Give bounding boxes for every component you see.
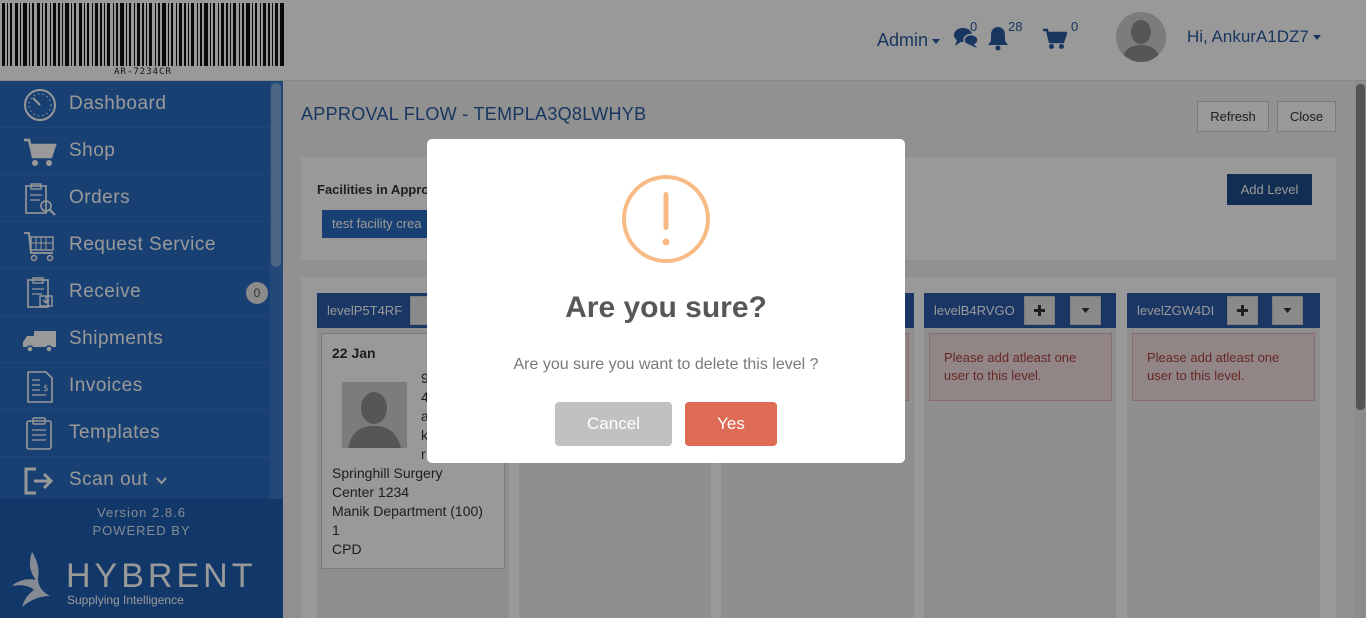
dialog-title: Are you sure? [565, 291, 767, 324]
yes-button[interactable]: Yes [685, 402, 777, 446]
dialog-message: Are you sure you want to delete this lev… [513, 356, 819, 373]
confirm-dialog: Are you sure? Are you sure you want to d… [427, 139, 905, 463]
cancel-button[interactable]: Cancel [555, 402, 672, 446]
warning-exclamation-icon [622, 175, 710, 263]
